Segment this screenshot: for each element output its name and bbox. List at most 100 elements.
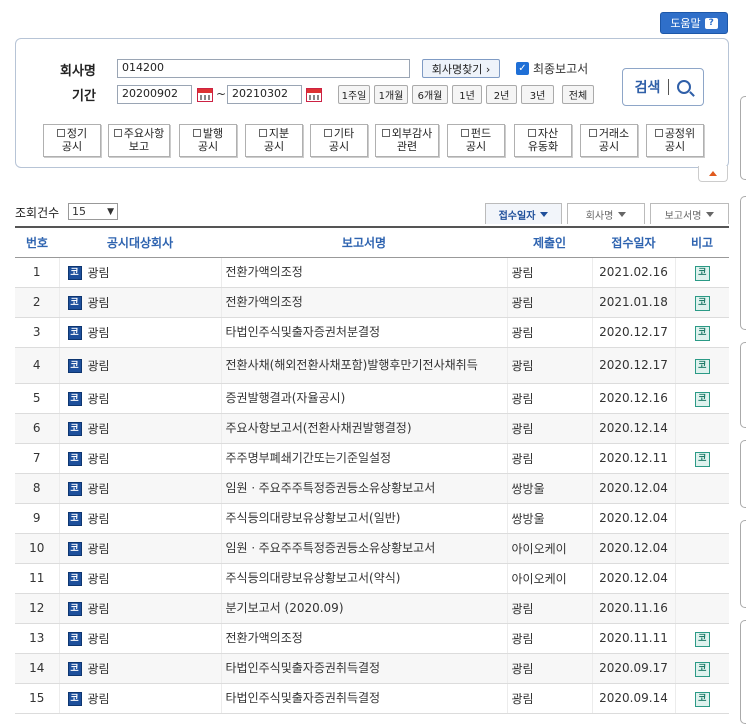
company-link[interactable]: 광림 [88,572,110,586]
company-link[interactable]: 광림 [88,632,110,646]
table-row: 10 코 광림 임원ㆍ주요주주특정증권등소유상황보고서 아이오케이 2020.12.04 [15,533,729,564]
category-filter[interactable]: 기타 공시 [310,124,368,157]
kosdaq-note-icon[interactable]: 코 [694,325,710,341]
side-tab[interactable] [740,196,746,330]
row-number: 5 [15,383,60,414]
final-report-checkbox[interactable]: ✓ [516,62,529,75]
period-button[interactable]: 1개월 [374,85,408,104]
category-label-line2: 관련 [396,140,418,153]
company-link[interactable]: 광림 [88,482,110,496]
checkbox-icon[interactable] [258,129,267,137]
company-input[interactable]: 014200 [117,59,410,78]
category-filter[interactable]: 주요사항 보고 [108,124,170,157]
side-tab[interactable] [740,342,746,428]
kosdaq-note-icon[interactable]: 코 [694,661,710,677]
category-label-line2: 공시 [465,140,487,153]
search-button[interactable]: 검색 [622,68,704,106]
find-company-button[interactable]: 회사명찾기 › [422,59,500,78]
submitter-cell: 광림 [507,413,593,444]
category-filter[interactable]: 지분 공시 [245,124,303,157]
side-tab[interactable] [740,620,746,724]
start-date-input[interactable]: 20200902 [117,85,192,104]
side-tab[interactable] [740,520,746,608]
checkbox-icon[interactable] [192,129,201,137]
report-link[interactable]: 전환사채(해외전환사채포함)발행후만기전사채취득 [221,347,508,384]
checkbox-icon[interactable] [381,129,390,137]
report-link[interactable]: 타법인주식및출자증권처분결정 [221,317,508,348]
chevron-down-icon: ▼ [107,206,114,217]
kosdaq-note-icon[interactable]: 코 [694,451,710,467]
period-button[interactable]: 6개월 [412,85,448,104]
note-cell [675,413,729,444]
side-tab[interactable] [740,440,746,508]
company-link[interactable]: 광림 [88,422,110,436]
report-link[interactable]: 전환가액의조정 [221,257,508,288]
kosdaq-note-icon[interactable]: 코 [694,265,710,281]
checkbox-icon[interactable] [113,129,122,137]
kosdaq-note-icon[interactable]: 코 [694,295,710,311]
sort-button[interactable]: 회사명 [567,203,645,224]
company-link[interactable]: 광림 [88,692,110,706]
kosdaq-note-icon[interactable]: 코 [694,691,710,707]
report-link[interactable]: 임원ㆍ주요주주특정증권등소유상황보고서 [221,533,508,564]
company-link[interactable]: 광림 [88,602,110,616]
checkbox-icon[interactable] [654,129,663,137]
company-link[interactable]: 광림 [88,542,110,556]
report-link[interactable]: 전환가액의조정 [221,287,508,318]
kosdaq-icon: 코 [67,662,82,676]
company-link[interactable]: 광림 [88,296,110,310]
category-filter[interactable]: 외부감사 관련 [375,124,439,157]
column-header: 보고서명 [221,226,507,258]
report-link[interactable]: 타법인주식및출자증권취득결정 [221,653,508,684]
report-link[interactable]: 분기보고서 (2020.09) [221,593,508,624]
kosdaq-note-icon[interactable]: 코 [694,631,710,647]
company-link[interactable]: 광림 [88,392,110,406]
company-link[interactable]: 광림 [88,359,110,373]
category-filter[interactable]: 자산 유동화 [514,124,572,157]
category-filter[interactable]: 거래소 공시 [580,124,638,157]
sort-button[interactable]: 보고서명 [650,203,729,224]
period-button[interactable]: 전체 [562,85,594,104]
period-button[interactable]: 2년 [486,85,517,104]
company-link[interactable]: 광림 [88,662,110,676]
report-link[interactable]: 타법인주식및출자증권취득결정 [221,683,508,714]
checkbox-icon[interactable] [460,129,469,137]
side-tab[interactable] [740,96,746,180]
period-button[interactable]: 1주일 [338,85,370,104]
category-filter[interactable]: 정기 공시 [43,124,101,157]
company-link[interactable]: 광림 [88,452,110,466]
period-button[interactable]: 3년 [521,85,554,104]
report-link[interactable]: 증권발행결과(자율공시) [221,383,508,414]
end-date-input[interactable]: 20210302 [227,85,302,104]
sort-button[interactable]: 접수일자 [485,203,562,224]
report-link[interactable]: 주식등의대량보유상황보고서(일반) [221,503,508,534]
count-select[interactable]: 15 ▼ [68,203,118,220]
period-button[interactable]: 1년 [452,85,482,104]
company-link[interactable]: 광림 [88,512,110,526]
checkbox-icon[interactable] [56,129,65,137]
calendar-icon[interactable] [197,88,213,102]
collapse-button[interactable] [698,166,728,182]
report-link[interactable]: 주요사항보고서(전환사채권발행결정) [221,413,508,444]
category-filter[interactable]: 펀드 공시 [447,124,505,157]
category-filter[interactable]: 발행 공시 [179,124,237,157]
report-link[interactable]: 전환가액의조정 [221,623,508,654]
checkbox-icon[interactable] [527,129,536,137]
checkbox-icon[interactable] [588,129,597,137]
question-icon: ? [704,17,718,29]
category-filter[interactable]: 공정위 공시 [646,124,704,157]
table-row: 14 코 광림 타법인주식및출자증권취득결정 광림 2020.09.17 코 [15,653,729,684]
row-number: 15 [15,683,60,714]
calendar-icon[interactable] [306,88,322,102]
report-link[interactable]: 임원ㆍ주요주주특정증권등소유상황보고서 [221,473,508,504]
company-cell: 코 광림 [59,383,222,414]
company-link[interactable]: 광림 [88,266,110,280]
help-button[interactable]: 도움말 ? [660,12,728,34]
kosdaq-note-icon[interactable]: 코 [694,391,710,407]
kosdaq-note-icon[interactable]: 코 [694,358,710,374]
report-link[interactable]: 주식등의대량보유상황보고서(약식) [221,563,508,594]
final-report-option[interactable]: ✓ 최종보고서 [516,60,588,77]
company-link[interactable]: 광림 [88,326,110,340]
checkbox-icon[interactable] [323,129,332,137]
report-link[interactable]: 주주명부폐쇄기간또는기준일설정 [221,443,508,474]
